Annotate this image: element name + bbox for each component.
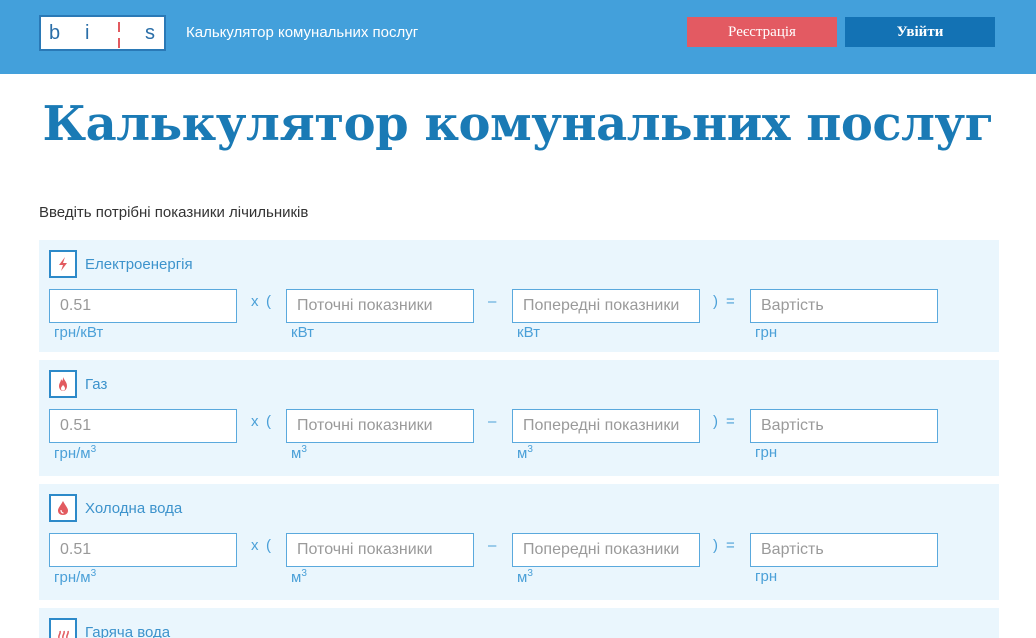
exponent: 3 [301,568,307,579]
gas-previous-unit: м3 [517,444,533,462]
page-title: Калькулятор комунальних послуг [0,96,1036,152]
exponent: 3 [527,444,533,455]
minus-sign: – [488,537,496,554]
cold-water-header: Холодна вода [49,494,182,522]
close-paren: ) [713,413,718,430]
minus-sign: – [488,293,496,310]
cold-water-rate-unit: грн/м3 [54,568,96,586]
multiply-sign: x [251,293,259,310]
cold-water-current-unit-text: м [291,569,301,586]
multiply-sign: x [251,537,259,554]
exponent: 3 [527,568,533,579]
logo-letter-i: i [85,22,89,45]
hot-water-header: Гаряча вода [49,618,170,638]
gas-cost-input[interactable] [750,409,938,443]
electricity-rate-input[interactable] [49,289,237,323]
gas-previous-input[interactable] [512,409,700,443]
hot-water-label: Гаряча вода [85,624,170,638]
exponent: 3 [301,444,307,455]
logo-divider [118,22,120,48]
cold-water-previous-unit-text: м [517,569,527,586]
bis-logo[interactable]: b i s [39,15,166,51]
electricity-label: Електроенергія [85,256,193,273]
cold-water-previous-unit: м3 [517,568,533,586]
logo-letter-b: b [49,22,60,45]
login-button[interactable]: Увійти [845,17,995,47]
cold-water-current-unit: м3 [291,568,307,586]
hot-water-row: Гаряча вода [39,608,999,638]
gas-rate-unit-text: грн/м [54,445,91,462]
flame-icon [49,370,77,398]
electricity-header: Електроенергія [49,250,193,278]
cold-water-cost-input[interactable] [750,533,938,567]
equals-sign: = [726,413,735,430]
gas-previous-unit-text: м [517,445,527,462]
open-paren: ( [266,413,271,430]
app-title[interactable]: Калькулятор комунальних послуг [186,24,418,41]
intro-text: Введіть потрібні показники лічильників [39,204,308,221]
multiply-sign: x [251,413,259,430]
hot-water-icon [49,618,77,638]
electricity-previous-input[interactable] [512,289,700,323]
gas-rate-unit: грн/м3 [54,444,96,462]
cold-water-label: Холодна вода [85,500,182,517]
equals-sign: = [726,537,735,554]
electricity-current-input[interactable] [286,289,474,323]
lightning-icon [49,250,77,278]
gas-current-input[interactable] [286,409,474,443]
close-paren: ) [713,293,718,310]
electricity-cost-input[interactable] [750,289,938,323]
cold-water-row: Холодна вода грн/м3 x ( м3 – м3 ) = грн [39,484,999,600]
close-paren: ) [713,537,718,554]
gas-current-unit-text: м [291,445,301,462]
water-drop-icon [49,494,77,522]
gas-label: Газ [85,376,107,393]
electricity-current-unit: кВт [291,324,314,341]
equals-sign: = [726,293,735,310]
gas-header: Газ [49,370,107,398]
cold-water-rate-unit-text: грн/м [54,569,91,586]
cold-water-current-input[interactable] [286,533,474,567]
logo-letter-s: s [145,22,155,45]
electricity-cost-unit: грн [755,324,777,341]
cold-water-cost-unit: грн [755,568,777,585]
minus-sign: – [488,413,496,430]
open-paren: ( [266,537,271,554]
gas-current-unit: м3 [291,444,307,462]
exponent: 3 [91,444,97,455]
exponent: 3 [91,568,97,579]
gas-cost-unit: грн [755,444,777,461]
open-paren: ( [266,293,271,310]
electricity-row: Електроенергія грн/кВт x ( кВт – кВт ) =… [39,240,999,352]
cold-water-rate-input[interactable] [49,533,237,567]
cold-water-previous-input[interactable] [512,533,700,567]
electricity-rate-unit: грн/кВт [54,324,103,341]
gas-rate-input[interactable] [49,409,237,443]
gas-row: Газ грн/м3 x ( м3 – м3 ) = грн [39,360,999,476]
top-navbar: b i s Калькулятор комунальних послуг Реє… [0,0,1036,74]
register-button[interactable]: Реєстрація [687,17,837,47]
electricity-previous-unit: кВт [517,324,540,341]
